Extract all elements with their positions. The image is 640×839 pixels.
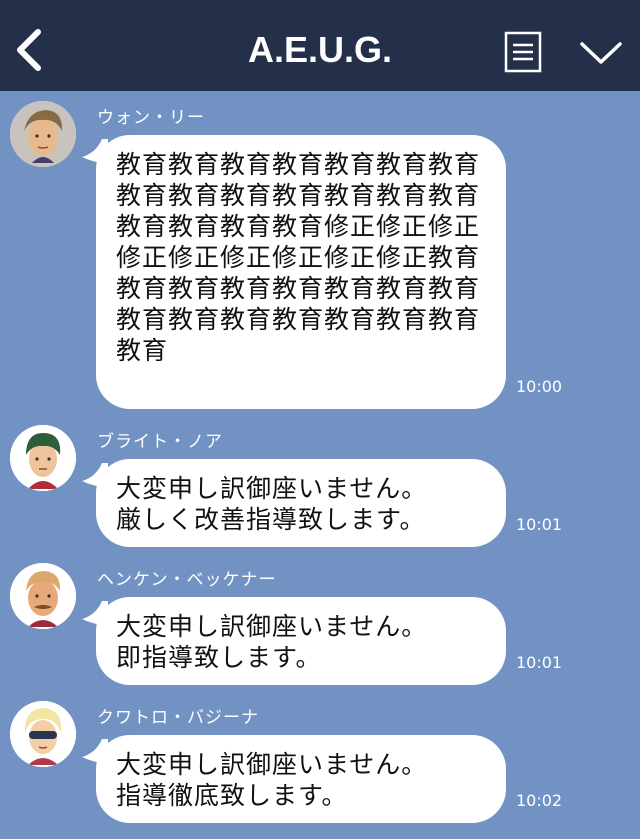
avatar[interactable]: [10, 563, 76, 629]
notes-icon: [504, 31, 542, 73]
message-list[interactable]: ウォン・リー 教育教育教育教育教育教育教育教育教育教育教育教育教育教育教育教育教…: [0, 91, 640, 839]
message-bubble[interactable]: 大変申し訳御座いません。 即指導致します。: [96, 597, 506, 685]
message-timestamp: 10:02: [516, 791, 563, 810]
sender-name: ブライト・ノア: [97, 432, 223, 452]
character-avatar-icon: [10, 563, 76, 629]
menu-dropdown-button[interactable]: [578, 36, 624, 68]
sender-name: クワトロ・バジーナ: [97, 708, 259, 728]
chat-title: A.E.U.G.: [247, 29, 393, 70]
character-avatar-icon: [10, 425, 76, 491]
message-text: 教育教育教育教育教育教育教育教育教育教育教育教育教育教育教育教育教育教育修正修正…: [116, 150, 481, 365]
message-timestamp: 10:00: [516, 377, 563, 396]
message-text: 大変申し訳御座いません。 厳しく改善指導致します。: [116, 474, 428, 534]
message-bubble[interactable]: 大変申し訳御座いません。 厳しく改善指導致します。: [96, 459, 506, 547]
message-bubble[interactable]: 教育教育教育教育教育教育教育教育教育教育教育教育教育教育教育教育教育教育修正修正…: [96, 135, 506, 409]
message-text: 大変申し訳御座いません。 即指導致します。: [116, 612, 428, 672]
avatar[interactable]: [10, 701, 76, 767]
avatar[interactable]: [10, 425, 76, 491]
sender-name: ウォン・リー: [97, 108, 205, 128]
chat-header: A.E.U.G.: [0, 0, 640, 91]
message-timestamp: 10:01: [516, 515, 563, 534]
back-button[interactable]: [10, 26, 50, 74]
chevron-down-icon: [580, 42, 622, 64]
chevron-left-icon: [17, 29, 41, 71]
message-bubble[interactable]: 大変申し訳御座いません。 指導徹底致します。: [96, 735, 506, 823]
character-avatar-icon: [10, 701, 76, 767]
notes-button[interactable]: [503, 31, 543, 73]
avatar[interactable]: [10, 101, 76, 167]
message-text: 大変申し訳御座いません。 指導徹底致します。: [116, 750, 428, 810]
message-timestamp: 10:01: [516, 653, 563, 672]
sender-name: ヘンケン・ベッケナー: [97, 570, 277, 590]
character-avatar-icon: [10, 101, 76, 167]
